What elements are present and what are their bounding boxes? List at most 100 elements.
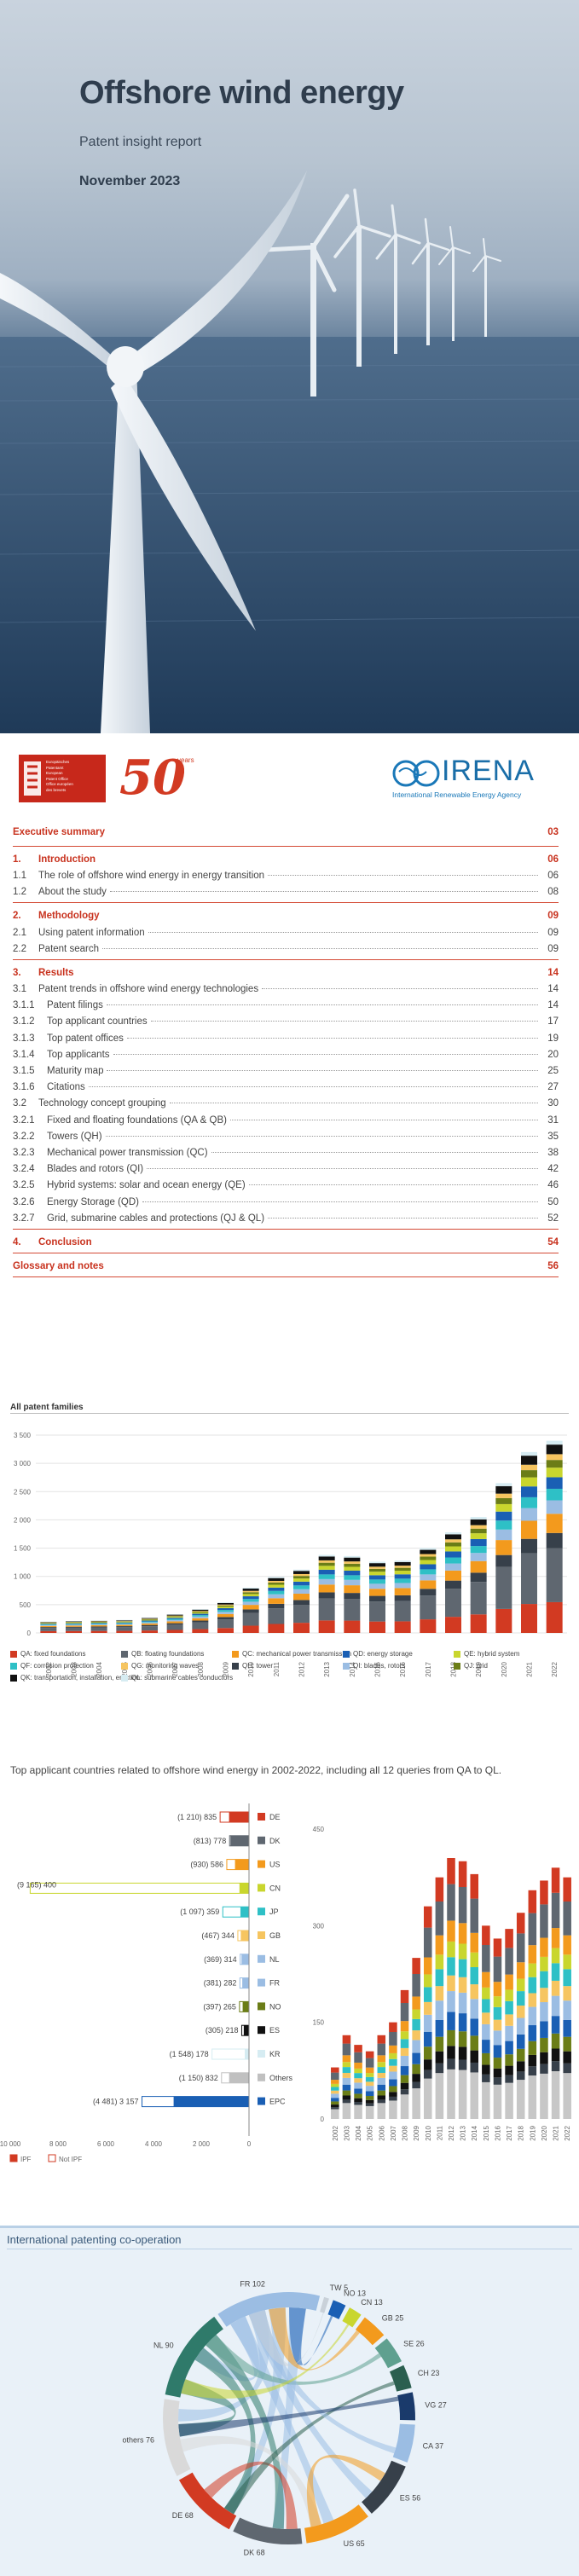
stack-segment: [470, 1932, 479, 1953]
bar-segment-qf: [344, 1575, 361, 1580]
stack-segment: [400, 2075, 409, 2083]
bar-ipf: [234, 1859, 249, 1870]
bar-segment-qj: [470, 1528, 487, 1534]
bar-segment-qf: [445, 1557, 461, 1564]
toc-leader: [109, 891, 538, 893]
toc-page: 56: [547, 1260, 559, 1271]
bar-segment-qa: [344, 1620, 361, 1633]
toc-entry[interactable]: 3.1.3 Top patent offices 19: [13, 1033, 559, 1049]
stack-segment: [516, 2071, 525, 2081]
toc-title: Conclusion: [38, 1236, 92, 1247]
toc-entry[interactable]: 3. Results 14: [13, 968, 559, 983]
toc-entry[interactable]: 3.2.6 Energy Storage (QD) 50: [13, 1197, 559, 1213]
chord-node-label: SE 26: [403, 2340, 425, 2348]
bar-segment-qc: [242, 1605, 259, 1610]
stack-segment: [377, 2077, 386, 2085]
toc-entry[interactable]: 1.1 The role of offshore wind energy in e…: [13, 871, 559, 886]
bar-segment-qg: [217, 1604, 234, 1606]
stack-segment: [493, 2084, 502, 2119]
stack-segment: [365, 2058, 374, 2068]
toc-entry[interactable]: 3.2.4 Blades and rotors (QI) 42: [13, 1164, 559, 1179]
bar-segment-ql: [116, 1619, 133, 1621]
stack-segment: [365, 2099, 374, 2104]
stack-segment: [551, 1928, 560, 1948]
toc-entry[interactable]: 3.1.2 Top applicant countries 17: [13, 1016, 559, 1032]
country-swatch: [258, 2026, 265, 2035]
bar-segment-qe: [521, 1477, 537, 1487]
toc-entry[interactable]: 3.2.2 Towers (QH) 35: [13, 1132, 559, 1147]
chord-node-label: CH 23: [418, 2369, 440, 2377]
legend-swatch: [48, 2154, 56, 2162]
toc-title: Patent search: [38, 943, 99, 954]
stack-segment: [493, 2019, 502, 2031]
toc-entry[interactable]: 3.1.6 Citations 27: [13, 1082, 559, 1097]
stack-segment: [528, 2041, 537, 2055]
toc-entry[interactable]: 3.2.7 Grid, submarine cables and protecti…: [13, 1213, 559, 1229]
toc-entry[interactable]: 3.1.5 Maturity map 25: [13, 1066, 559, 1081]
x-tick-label: 2002: [332, 2125, 339, 2140]
toc-entry[interactable]: 1. Introduction 06: [13, 854, 559, 870]
stack-segment: [505, 2075, 513, 2083]
toc-entry[interactable]: 3.2.5 Hybrid systems: solar and ocean ene…: [13, 1180, 559, 1195]
toc-entry[interactable]: 4. Conclusion 54: [13, 1237, 559, 1253]
stack-segment: [540, 2021, 548, 2038]
stack-segment: [540, 2064, 548, 2074]
bar-segment-qj: [142, 1618, 158, 1620]
bar-segment-qd: [369, 1575, 385, 1580]
toc-entry[interactable]: Executive summary 03: [13, 827, 559, 842]
stack-segment: [470, 2050, 479, 2063]
legend-swatch: [454, 1662, 460, 1670]
stack-segment: [551, 1980, 560, 1996]
toc-leader: [107, 1070, 538, 1071]
stack-segment: [412, 1974, 420, 1997]
stack-segment: [516, 2080, 525, 2119]
x-tick-label: 2016: [494, 2125, 501, 2140]
stack-segment: [540, 2052, 548, 2064]
epo-logo-text: Europäisches Patentamt European Patent Off…: [46, 760, 73, 792]
x-tick-label: 2004: [355, 2125, 362, 2140]
toc-entry[interactable]: 3.1.4 Top applicants 20: [13, 1050, 559, 1065]
bar-segment-qk: [445, 1534, 461, 1540]
toc-page: 09: [547, 911, 559, 922]
bar-segment-qf: [521, 1496, 537, 1508]
stack-segment: [354, 2078, 362, 2083]
toc-entry[interactable]: 3.2.3 Mechanical power transmission (QC) 3…: [13, 1148, 559, 1163]
toc-entry[interactable]: 2. Methodology 09: [13, 911, 559, 926]
legend-item: QD: energy storage: [343, 1650, 413, 1658]
bar-segment-qi: [318, 1578, 335, 1585]
stack-segment: [505, 2025, 513, 2041]
stack-segment: [423, 2001, 432, 2015]
chord-node-label: US 65: [344, 2539, 365, 2548]
stack-segment: [458, 1943, 467, 1959]
bar-segment-qi: [66, 1624, 82, 1626]
stack-segment: [528, 1963, 537, 1977]
toc-title: Methodology: [38, 911, 100, 922]
stack-segment: [400, 2031, 409, 2040]
stack-segment: [435, 2000, 444, 2020]
toc-entry[interactable]: 2.2 Patent search 09: [13, 944, 559, 959]
bar-segment-qa: [268, 1624, 285, 1633]
toc-entry[interactable]: 1.2 About the study 08: [13, 887, 559, 902]
bar-segment-qd: [470, 1538, 487, 1547]
bar-segment-qj: [116, 1621, 133, 1622]
page-subtitle: Patent insight report: [79, 135, 202, 149]
toc-entry[interactable]: 3.2 Technology concept grouping 30: [13, 1098, 559, 1114]
chord-arc-ca: [392, 2423, 415, 2463]
bar-segment-qb: [40, 1628, 57, 1631]
chart-title: All patent families: [10, 1403, 84, 1412]
toc-number: 2.1: [13, 927, 26, 938]
toc-entry[interactable]: 3.1.1 Patent filings 14: [13, 1000, 559, 1016]
stack-segment: [528, 1993, 537, 2007]
toc-entry[interactable]: Glossary and notes 56: [13, 1261, 559, 1276]
stack-segment: [331, 2067, 339, 2073]
bar-segment-qb: [521, 1553, 537, 1605]
toc-entry[interactable]: 3.1 Patent trends in offshore wind energy…: [13, 984, 559, 999]
stack-segment: [389, 2065, 397, 2072]
stack-segment: [389, 2058, 397, 2066]
toc-leader: [262, 988, 538, 989]
stack-segment: [540, 2002, 548, 2022]
bar-segment-ql: [293, 1569, 310, 1572]
stack-segment: [482, 1925, 490, 1945]
toc-entry[interactable]: 3.2.1 Fixed and floating foundations (QA …: [13, 1115, 559, 1131]
toc-entry[interactable]: 2.1 Using patent information 09: [13, 928, 559, 943]
